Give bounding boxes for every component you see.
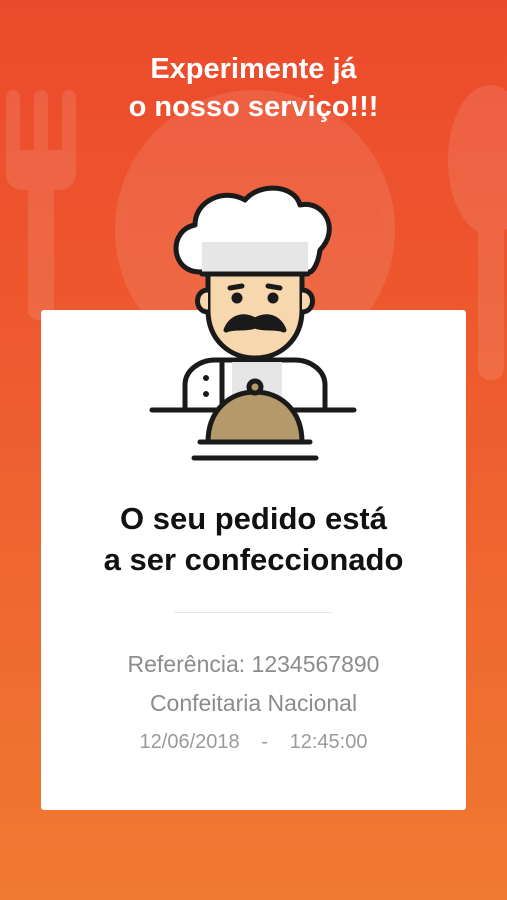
- order-datetime: 12/06/2018-12:45:00: [41, 731, 466, 754]
- promo-headline: Experimente já o nosso serviço!!!: [0, 50, 507, 126]
- order-time: 12:45:00: [289, 731, 368, 753]
- promo-headline-line1: Experimente já: [150, 53, 357, 85]
- order-date: 12/06/2018: [139, 731, 240, 753]
- promo-headline-line2: o nosso serviço!!!: [128, 91, 379, 123]
- order-status-title: O seu pedido está a ser confeccionado: [41, 498, 466, 580]
- store-name: Confeitaria Nacional: [149, 690, 358, 716]
- chef-with-cloche-icon: [149, 185, 357, 461]
- order-status-title-line1: O seu pedido está: [119, 501, 387, 536]
- order-status-title-line2: a ser confeccionado: [103, 542, 404, 577]
- datetime-separator: -: [261, 731, 268, 753]
- divider: [174, 612, 332, 613]
- order-reference: Referência: 1234567890: [127, 651, 380, 677]
